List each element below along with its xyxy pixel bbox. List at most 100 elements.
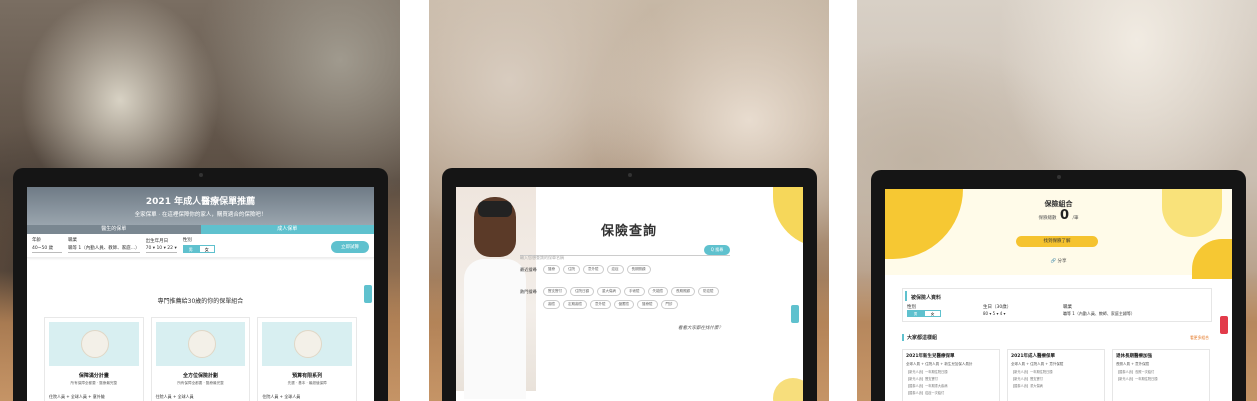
plan-footer: 住院人員 + 全球人員 — [262, 394, 301, 399]
search-chip[interactable]: 癌症 — [606, 265, 624, 274]
gender-female[interactable]: 女 — [924, 310, 941, 317]
plan-title: 保障滿分計畫 — [78, 373, 109, 379]
plan-title: 全方位保險計劃 — [183, 373, 219, 379]
combo-card[interactable]: 2021年新生兒醫療保單 全球人員 + 住院人員 + 新生兒加保人員計 【新光人… — [902, 349, 1000, 401]
laptop-frame: 保險組合 保險總數 0 /筆 找到保險了解 🔗 分享 被保險人資料 性別 男 女 — [871, 170, 1246, 401]
plan-title: 預算有限系列 — [292, 373, 323, 379]
side-float-button[interactable] — [1220, 316, 1228, 334]
gender-male[interactable]: 男 — [907, 310, 924, 317]
plan-footer: 住院人員 + 全球人員 + 意外險 — [49, 394, 105, 399]
birthday-field[interactable]: 出生年月日 70 ▾ 10 ▾ 22 ▾ — [145, 238, 177, 253]
combo-subtitle: 長照人員 + 意外保險 — [1116, 362, 1150, 366]
yellow-decoration — [773, 187, 803, 247]
search-chip[interactable]: 手術險 — [624, 287, 645, 296]
laptop-screen: 保險查詢 輸入您想查詢的保單名稱 Q 搜尋 最近搜尋 醫療 住院 意外險 癌症 … — [456, 187, 803, 401]
search-chip[interactable]: 定期壽險 — [563, 300, 587, 309]
plan-subtitle: 所有保障全都要 · 醫療最完整 — [70, 381, 118, 385]
search-chip[interactable]: 住院 — [563, 265, 580, 274]
shirt-shape — [464, 259, 526, 399]
plan-subtitle: 先選 · 基本 · 最超值保障 — [287, 381, 327, 385]
combo-subtitle: 全球人員 + 住院人員 + 新生兒加保人員計 — [906, 362, 973, 366]
job-select[interactable]: 職等 1（內勤人員、教師、家庭主婦等） — [1063, 311, 1135, 317]
plan-illustration — [155, 322, 246, 366]
camera-icon — [627, 173, 632, 177]
tab-bar: 醫生的保單 成人保單 — [27, 225, 374, 234]
birthday-select[interactable]: 80 ▾ 5 ▾ 4 ▾ — [983, 311, 1006, 316]
search-chip[interactable]: 門診 — [660, 300, 678, 309]
plan-card[interactable]: 預算有限系列 先選 · 基本 · 最超值保障 住院人員 + 全球人員 — [257, 317, 358, 401]
plan-illustration — [49, 322, 139, 366]
combo-card[interactable]: 2021年成人醫療保單 全球人員 + 住院人員 + 意外保險 【新光人壽】一年期… — [1007, 349, 1105, 401]
combo-line: 【國泰人壽】長照一次給付 — [1116, 370, 1155, 374]
plan-footer: 住院人員 + 全球人員 — [155, 394, 194, 399]
combo-card[interactable]: 退休長期醫療加強 長照人員 + 意外保險 【國泰人壽】長照一次給付 【新光人壽】… — [1112, 349, 1210, 401]
panel-laptop-3: 保險組合 保險總數 0 /筆 找到保險了解 🔗 分享 被保險人資料 性別 男 女 — [857, 0, 1257, 401]
search-input[interactable]: 輸入您想查詢的保單名稱 — [520, 255, 564, 260]
recent-search-row: 最近搜尋 醫療 住院 意外險 癌症 長期照顧 — [520, 265, 651, 274]
birthday-label: 出生年月日 — [145, 239, 169, 244]
yellow-decoration — [773, 378, 803, 401]
share-link[interactable]: 🔗 分享 — [885, 258, 1232, 264]
side-float-button[interactable] — [364, 285, 372, 303]
count-value: 0 — [1059, 208, 1069, 223]
birthday-label: 生日（30歲） — [983, 305, 1012, 310]
plan-card[interactable]: 全方位保險計劃 所有保障全都要 · 醫療最完整 住院人員 + 全球人員 — [150, 317, 251, 401]
gender-toggle[interactable]: 男 女 — [182, 245, 215, 253]
combo-line: 【新光人壽】一年期住院日額 — [1011, 370, 1053, 374]
laptop-screen: 2021 年成人醫療保單推薦 全家保單 · 在這裡保障你的家人，購買適合的保險吧… — [27, 187, 374, 401]
gender-toggle[interactable]: 男 女 — [907, 310, 941, 317]
plan-subtitle: 所有保障全都要 · 醫療最完整 — [177, 381, 224, 385]
search-chip[interactable]: 壽險 — [543, 300, 560, 309]
combo-title: 2021年新生兒醫療保單 — [906, 354, 955, 359]
search-chip[interactable]: 重大傷病 — [597, 287, 621, 296]
find-insurance-button[interactable]: 找到保險了解 — [1016, 236, 1098, 247]
search-chip[interactable]: 住院日額 — [570, 287, 594, 296]
age-select[interactable]: 40~50 歲 — [32, 245, 62, 253]
hero-banner: 2021 年成人醫療保單推薦 全家保單 · 在這裡保障你的家人，購買適合的保險吧… — [27, 187, 374, 225]
section-title: 大家都這樣組 — [902, 334, 937, 341]
quote-form: 年齡 40~50 歲 職業 職等 1（內勤人員、教師、家庭...） 出生年月日 … — [27, 234, 374, 258]
combo-line: 【國泰人壽】癌症一次給付 — [906, 391, 945, 395]
header-banner: 保險組合 保險總數 0 /筆 找到保險了解 🔗 分享 — [885, 189, 1232, 279]
binoculars-icon — [478, 201, 512, 217]
search-chip[interactable]: 長期照顧 — [671, 287, 695, 296]
job-field[interactable]: 職業 職等 1（內勤人員、教師、家庭...） — [68, 237, 140, 253]
laptop-screen: 保險組合 保險總數 0 /筆 找到保險了解 🔗 分享 被保險人資料 性別 男 女 — [885, 189, 1232, 401]
search-chip[interactable]: 儲蓄險 — [613, 300, 634, 309]
combo-line: 【新光人壽】實支實付 — [1011, 377, 1043, 381]
job-select[interactable]: 職等 1（內勤人員、教師、家庭...） — [68, 245, 140, 253]
popular-search-row-2: 壽險 定期壽險 意外險 儲蓄險 醫療險 門診 — [543, 300, 678, 309]
more-link[interactable]: 看更多組合 — [1190, 335, 1209, 341]
gender-male[interactable]: 男 — [182, 245, 199, 253]
search-chip[interactable]: 失能險 — [647, 287, 668, 296]
combo-line: 【國泰人壽】一年期重大疾病 — [906, 384, 948, 388]
combo-line: 【新光人壽】一年期住院日額 — [1116, 377, 1158, 381]
combo-line: 【新光人壽】實支實付 — [906, 377, 938, 381]
search-chip[interactable]: 防癌險 — [698, 287, 719, 296]
search-chip[interactable]: 實支實付 — [543, 287, 567, 296]
plan-illustration — [262, 322, 353, 366]
search-chip[interactable]: 醫療險 — [637, 300, 658, 309]
submit-button[interactable]: 立即試算 — [331, 241, 369, 253]
tab-adult-policy[interactable]: 成人保單 — [200, 225, 374, 234]
plan-card[interactable]: 保障滿分計畫 所有保障全都要 · 醫療最完整 住院人員 + 全球人員 + 意外險 — [44, 317, 144, 401]
birthday-select[interactable]: 70 ▾ 10 ▾ 22 ▾ — [145, 246, 177, 253]
search-chip[interactable]: 意外險 — [590, 300, 611, 309]
gender-female[interactable]: 女 — [198, 245, 215, 253]
plan-cards: 保障滿分計畫 所有保障全都要 · 醫療最完整 住院人員 + 全球人員 + 意外險… — [27, 305, 374, 401]
tab-doctor-policy[interactable]: 醫生的保單 — [27, 225, 201, 234]
combo-title: 退休長期醫療加強 — [1116, 354, 1152, 359]
search-chip[interactable]: 意外險 — [583, 265, 604, 274]
search-button[interactable]: Q 搜尋 — [704, 245, 730, 255]
gender-field: 性別 男 女 — [182, 237, 215, 253]
form-title: 被保險人資料 — [905, 291, 1211, 301]
count-suffix: /筆 — [1072, 216, 1079, 221]
age-field[interactable]: 年齡 40~50 歲 — [32, 237, 62, 253]
screenshot-collage: 2021 年成人醫療保單推薦 全家保單 · 在這裡保障你的家人，購買適合的保險吧… — [0, 0, 1257, 401]
search-chip[interactable]: 醫療 — [543, 265, 560, 274]
combo-subtitle: 全球人員 + 住院人員 + 意外保險 — [1011, 362, 1064, 366]
laptop-frame: 保險查詢 輸入您想查詢的保單名稱 Q 搜尋 最近搜尋 醫療 住院 意外險 癌症 … — [442, 168, 817, 401]
search-chip[interactable]: 長期照顧 — [626, 265, 651, 274]
side-float-button[interactable] — [791, 305, 799, 323]
panel-laptop-2: 保險查詢 輸入您想查詢的保單名稱 Q 搜尋 最近搜尋 醫療 住院 意外險 癌症 … — [429, 0, 829, 401]
